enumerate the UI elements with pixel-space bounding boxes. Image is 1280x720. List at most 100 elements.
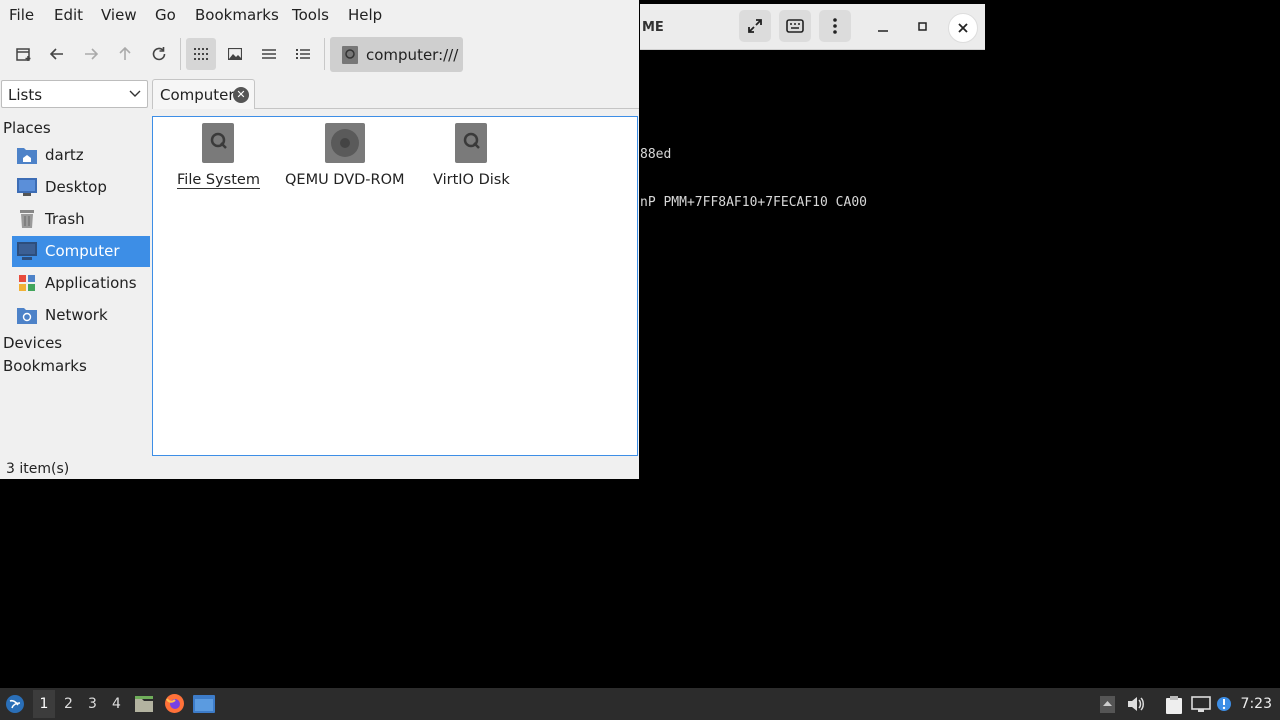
sidebar-item-label: Applications (45, 274, 137, 292)
bookmarks-heading[interactable]: Bookmarks (3, 357, 87, 375)
reload-icon (152, 47, 166, 61)
sidebar-item-applications[interactable]: Applications (12, 268, 150, 299)
sidebar-item-network[interactable]: Network (12, 300, 150, 331)
menu-button[interactable] (819, 10, 851, 42)
toolbar: computer:/// (0, 34, 639, 74)
back-button[interactable] (43, 40, 71, 68)
maximize-icon (918, 22, 927, 31)
location-bar[interactable]: computer:/// (330, 37, 463, 72)
arrow-right-icon (85, 48, 98, 60)
volume-icon[interactable] (1127, 696, 1145, 712)
image-icon (228, 48, 242, 60)
grid-icon (194, 48, 208, 60)
menu-edit[interactable]: Edit (54, 6, 83, 24)
computer-icon (17, 242, 37, 260)
devices-heading[interactable]: Devices (3, 334, 62, 352)
workspace-2[interactable]: 2 (64, 696, 73, 712)
chevron-down-icon (129, 90, 141, 97)
tab-close-icon[interactable]: ✕ (233, 87, 249, 103)
up-button[interactable] (111, 40, 139, 68)
compact-view-button[interactable] (255, 40, 283, 68)
tab-label: Computer (160, 86, 235, 104)
network-tray-icon[interactable] (1191, 696, 1211, 713)
notification-icon[interactable] (1216, 696, 1232, 712)
sidebar: Places dartz Desktop Trash Computer Appl… (0, 112, 150, 452)
applications-icon (19, 275, 35, 291)
minimize-icon (878, 30, 888, 32)
kebab-menu-icon (833, 18, 837, 34)
sidebar-item-label: Network (45, 306, 108, 324)
thumbnail-view-button[interactable] (221, 40, 249, 68)
firefox-icon[interactable] (164, 693, 185, 714)
tray-arrow-icon[interactable] (1100, 696, 1115, 713)
file-manager-icon[interactable] (134, 694, 154, 714)
network-icon (17, 308, 37, 324)
side-pane-select[interactable]: Lists (1, 80, 148, 108)
drive-virtio-disk[interactable]: VirtIO Disk (433, 123, 510, 188)
new-tab-icon (16, 48, 31, 61)
drive-label: VirtIO Disk (433, 172, 510, 188)
sidebar-item-label: Computer (45, 242, 120, 260)
viewer-titlebar: ME (640, 4, 985, 50)
file-view[interactable]: File System QEMU DVD-ROM VirtIO Disk (152, 116, 638, 456)
maximize-button[interactable] (909, 13, 937, 41)
workspace-1[interactable]: 1 (33, 690, 55, 718)
drive-label: File System (177, 172, 260, 189)
clipboard-icon[interactable] (1164, 696, 1184, 714)
clock[interactable]: 7:23 (1241, 696, 1272, 712)
list-detail-icon (296, 49, 310, 59)
workspace-4[interactable]: 4 (112, 696, 121, 712)
menu-help[interactable]: Help (348, 6, 382, 24)
sidebar-item-computer[interactable]: Computer (12, 236, 150, 267)
arrow-up-icon (119, 47, 131, 60)
console-line: nP PMM+7FF8AF10+7FECAF10 CA00 (640, 195, 867, 210)
file-manager-window: File Edit View Go Bookmarks Tools Help c… (0, 0, 639, 479)
console-line: 88ed (640, 147, 672, 162)
new-tab-button[interactable] (10, 40, 38, 68)
close-button[interactable] (948, 13, 978, 43)
harddisk-icon (342, 45, 358, 64)
arrow-left-icon (50, 48, 63, 60)
forward-button[interactable] (77, 40, 105, 68)
home-folder-icon (17, 148, 37, 164)
tab-computer[interactable]: Computer ✕ (152, 79, 255, 109)
close-icon (958, 23, 968, 33)
side-pane-value: Lists (8, 86, 43, 104)
trash-icon (20, 210, 34, 228)
fullscreen-button[interactable] (739, 10, 771, 42)
menu-go[interactable]: Go (155, 6, 176, 24)
desktop-icon (17, 178, 37, 196)
window-icon[interactable] (193, 695, 215, 713)
menu-file[interactable]: File (9, 6, 34, 24)
harddisk-icon (202, 123, 235, 163)
drive-qemu-dvd-rom[interactable]: QEMU DVD-ROM (285, 123, 405, 188)
minimize-button[interactable] (869, 13, 897, 41)
detailed-view-button[interactable] (289, 40, 317, 68)
sidebar-item-label: Desktop (45, 178, 107, 196)
location-path: computer:/// (366, 45, 459, 64)
keyboard-button[interactable] (779, 10, 811, 42)
menu-bookmarks[interactable]: Bookmarks (195, 6, 279, 24)
menubar: File Edit View Go Bookmarks Tools Help (0, 0, 639, 30)
icon-view-button[interactable] (186, 38, 216, 70)
optical-drive-icon (324, 123, 365, 163)
sidebar-item-label: dartz (45, 146, 84, 164)
sidebar-item-dartz[interactable]: dartz (12, 140, 150, 171)
viewer-title: ME (642, 20, 664, 35)
menu-tools[interactable]: Tools (292, 6, 329, 24)
reload-button[interactable] (145, 40, 173, 68)
start-menu-icon[interactable] (5, 694, 25, 714)
workspace-3[interactable]: 3 (88, 696, 97, 712)
drive-file-system[interactable]: File System (177, 123, 260, 189)
keyboard-icon (786, 19, 804, 33)
sidebar-item-desktop[interactable]: Desktop (12, 172, 150, 203)
status-bar: 3 item(s) (6, 461, 70, 477)
list-compact-icon (262, 49, 276, 59)
menu-view[interactable]: View (101, 6, 137, 24)
places-heading[interactable]: Places (3, 119, 51, 137)
harddisk-icon (455, 123, 488, 163)
sidebar-item-trash[interactable]: Trash (12, 204, 150, 235)
expand-icon (748, 19, 762, 33)
drive-label: QEMU DVD-ROM (285, 172, 405, 188)
taskbar: 1 2 3 4 7:23 (0, 688, 1280, 720)
